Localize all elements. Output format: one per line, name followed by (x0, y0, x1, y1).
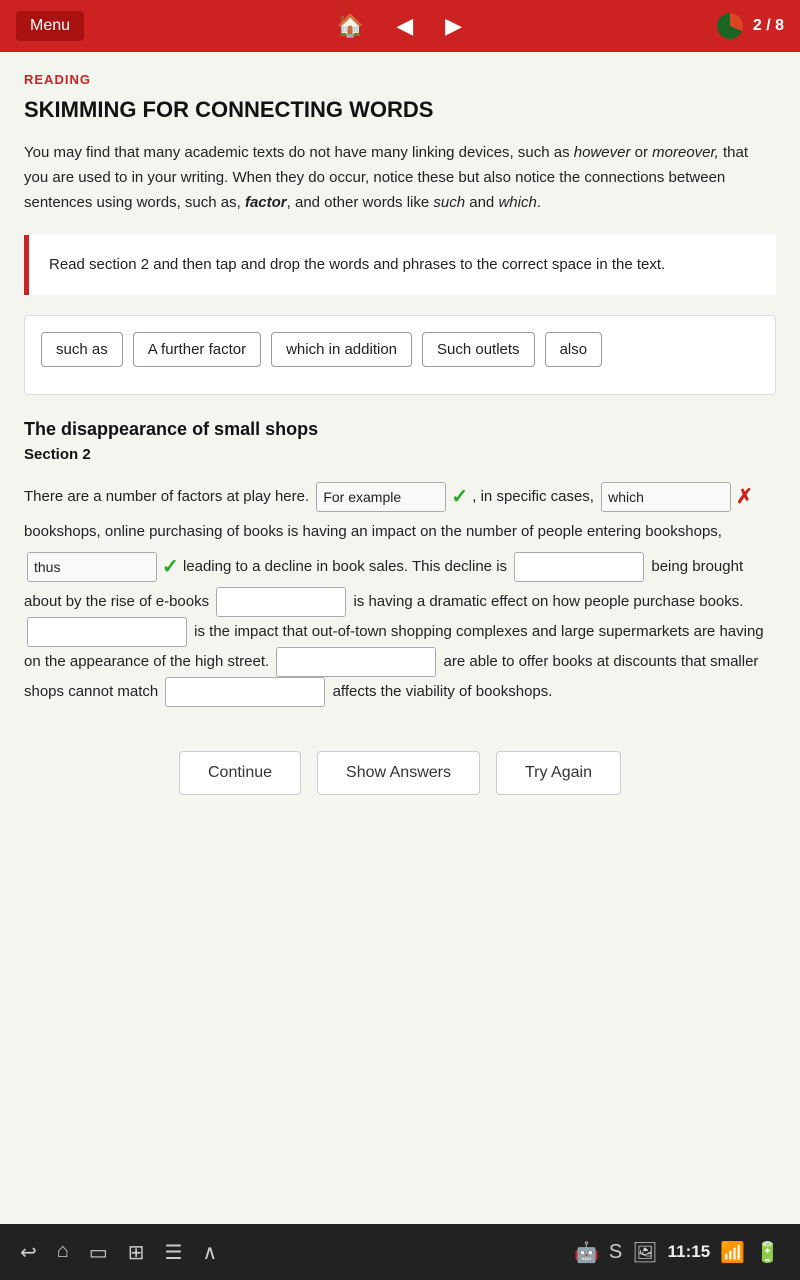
passage-text-3: bookshops, online purchasing of books is… (24, 523, 722, 540)
home-icon[interactable]: 🏠 (337, 13, 364, 39)
word-bank-row: such as A further factor which in additi… (41, 332, 759, 367)
grid-sys-icon[interactable]: ⊞ (128, 1240, 145, 1265)
drop-zone-8[interactable] (165, 677, 325, 707)
passage-text-9: affects the viability of bookshops. (333, 683, 553, 700)
dz3-check: ✓ (162, 556, 179, 578)
chip-such-outlets[interactable]: Such outlets (422, 332, 535, 367)
passage: There are a number of factors at play he… (24, 477, 776, 707)
sys-icons-right: 🤖 S 🖼 11:15 📶 🔋 (574, 1240, 780, 1265)
progress-text: 2 / 8 (753, 17, 784, 35)
wifi-icon: 📶 (720, 1240, 745, 1265)
system-bar: ↩ ⌂ ▭ ⊞ ☰ ∧ 🤖 S 🖼 11:15 📶 🔋 (0, 1224, 800, 1280)
nav-icons: 🏠 ◀ ▶ (337, 13, 462, 39)
instruction-box: Read section 2 and then tap and drop the… (24, 235, 776, 295)
top-bar: Menu 🏠 ◀ ▶ 2 / 8 (0, 0, 800, 52)
drop-zone-1[interactable]: For example (316, 482, 446, 512)
continue-button[interactable]: Continue (179, 751, 301, 795)
word-bank: such as A further factor which in additi… (24, 315, 776, 395)
forward-icon[interactable]: ▶ (445, 13, 462, 39)
dz1-text: For example (323, 483, 401, 511)
try-again-button[interactable]: Try Again (496, 751, 621, 795)
recents-sys-icon[interactable]: ▭ (89, 1240, 108, 1265)
drop-zone-7[interactable] (276, 647, 436, 677)
home-sys-icon[interactable]: ⌂ (57, 1240, 69, 1265)
dz3-text: thus (34, 553, 60, 581)
photo-icon: 🖼 (632, 1240, 657, 1265)
drop-zone-6[interactable] (27, 617, 187, 647)
reading-label: READING (24, 72, 776, 87)
chip-also[interactable]: also (545, 332, 603, 367)
back-icon[interactable]: ◀ (396, 13, 413, 39)
passage-text-2: , in specific cases, (472, 488, 598, 505)
section-heading: The disappearance of small shops (24, 419, 776, 440)
android-icon: 🤖 (574, 1240, 599, 1265)
dz1-check: ✓ (451, 486, 468, 508)
dz2-cross: ✗ (736, 486, 753, 508)
passage-text-1: There are a number of factors at play he… (24, 488, 313, 505)
battery-icon: 🔋 (755, 1240, 780, 1265)
skype-icon: S (609, 1241, 622, 1264)
drop-zone-3[interactable]: thus (27, 552, 157, 582)
back-sys-icon[interactable]: ↩ (20, 1240, 37, 1265)
menu-sys-icon[interactable]: ☰ (165, 1240, 183, 1265)
passage-text-4: leading to a decline in book sales. This… (183, 558, 511, 575)
dz2-text: which (608, 483, 644, 511)
chip-further-factor[interactable]: A further factor (133, 332, 261, 367)
menu-button[interactable]: Menu (16, 11, 84, 41)
sys-icons-left: ↩ ⌂ ▭ ⊞ ☰ ∧ (20, 1240, 217, 1265)
up-sys-icon[interactable]: ∧ (202, 1240, 217, 1265)
progress-area: 2 / 8 (715, 11, 784, 41)
buttons-row: Continue Show Answers Try Again (24, 735, 776, 815)
system-time: 11:15 (668, 1242, 711, 1262)
drop-zone-2[interactable]: which (601, 482, 731, 512)
main-content: READING SKIMMING FOR CONNECTING WORDS Yo… (0, 52, 800, 1224)
drop-zone-5[interactable] (216, 587, 346, 617)
passage-text-6: is having a dramatic effect on how peopl… (353, 593, 743, 610)
page-title: SKIMMING FOR CONNECTING WORDS (24, 97, 776, 123)
chip-such-as[interactable]: such as (41, 332, 123, 367)
show-answers-button[interactable]: Show Answers (317, 751, 480, 795)
chip-which-in-addition[interactable]: which in addition (271, 332, 412, 367)
section-sub: Section 2 (24, 446, 776, 463)
intro-text: You may find that many academic texts do… (24, 141, 776, 215)
drop-zone-4[interactable] (514, 552, 644, 582)
progress-chart (715, 11, 745, 41)
